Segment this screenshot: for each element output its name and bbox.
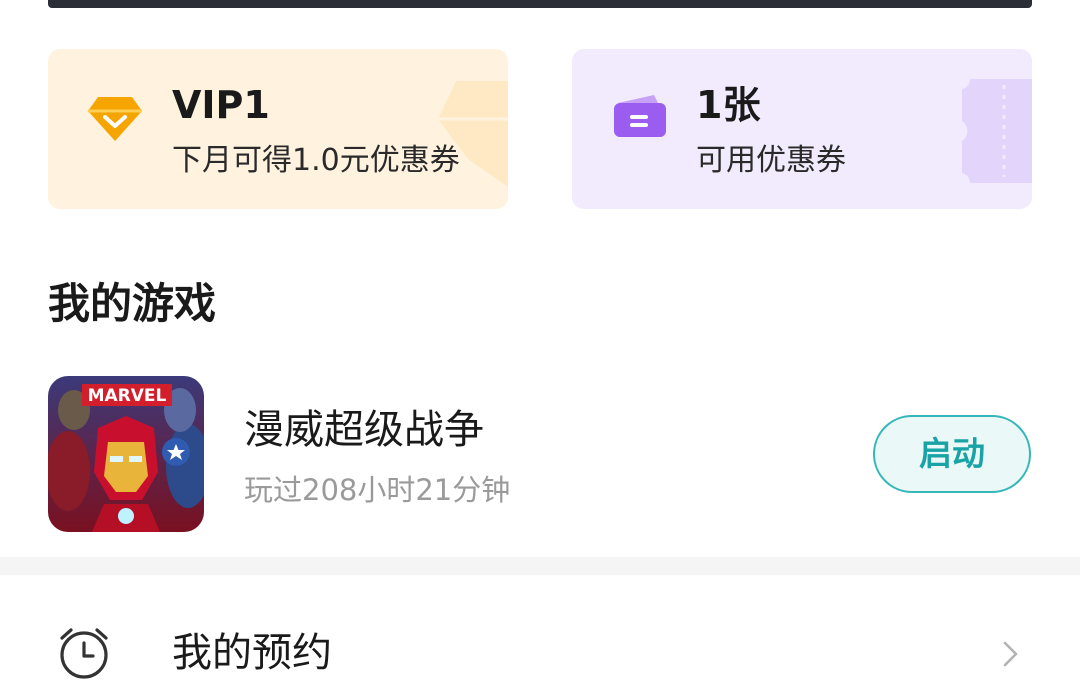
game-list-item[interactable]: MARVEL 漫威超级战争 玩过208小时21分钟 启动 (0, 370, 1080, 540)
game-icon[interactable]: MARVEL (48, 376, 204, 532)
chevron-right-icon (1003, 641, 1018, 667)
menu-item-label: 我的预约 (172, 630, 332, 676)
game-playtime: 玩过208小时21分钟 (244, 473, 511, 507)
coupon-label: 可用优惠券 (696, 143, 846, 178)
game-name: 漫威超级战争 (244, 407, 484, 453)
ticket-watermark-icon (962, 79, 1032, 183)
vip-level-card[interactable]: VIP1 下月可得1.0元优惠券 (48, 49, 508, 209)
coupon-count: 1张 (696, 83, 761, 127)
launch-button[interactable]: 启动 (873, 415, 1031, 493)
top-banner-edge[interactable] (48, 0, 1032, 8)
diamond-icon (88, 97, 142, 141)
coupon-card[interactable]: 1张 可用优惠券 (572, 49, 1032, 209)
coupon-ticket-icon (614, 95, 666, 137)
game-icon-logo-text: MARVEL (88, 386, 167, 406)
alarm-clock-icon (60, 628, 108, 679)
my-games-title: 我的游戏 (48, 279, 217, 328)
diamond-watermark-icon (438, 81, 508, 187)
vip-reward-text: 下月可得1.0元优惠券 (172, 143, 460, 178)
vip-level-title: VIP1 (172, 83, 270, 127)
section-divider (0, 557, 1080, 575)
menu-item-reservations[interactable]: 我的预约 (0, 575, 1080, 682)
